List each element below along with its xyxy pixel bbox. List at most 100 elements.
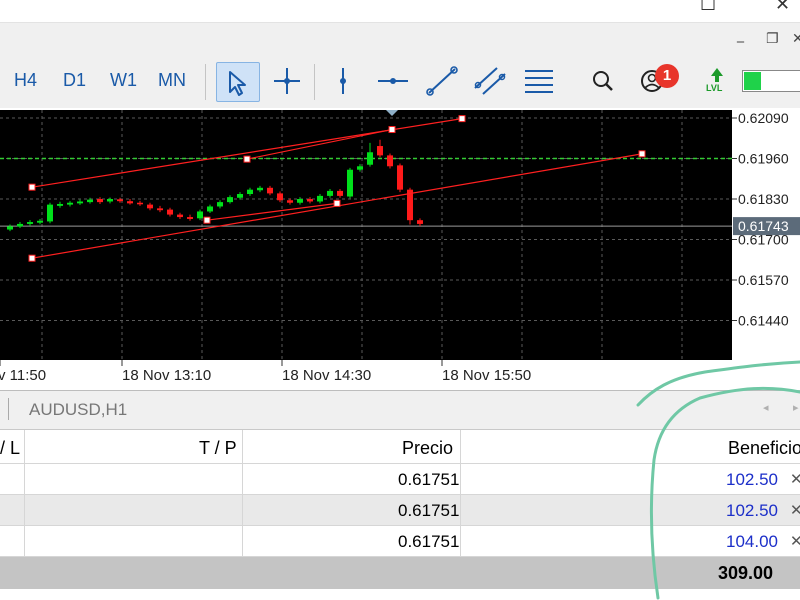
timeframe-h4-button[interactable]: H4 — [14, 70, 37, 91]
minimize-chart-button[interactable]: _ — [737, 27, 744, 43]
scroll-right-arrow-icon[interactable]: ▸ — [793, 401, 799, 414]
candle-body — [167, 209, 173, 215]
y-axis: 0.620900.619600.618300.617000.615700.614… — [732, 110, 800, 329]
row-price: 0.61751 — [398, 501, 460, 520]
channel-icon — [474, 67, 506, 95]
candle-body — [387, 155, 393, 167]
y-axis-label: 0.61440 — [738, 313, 789, 329]
close-position-icon[interactable]: ✕ — [790, 501, 800, 519]
search-button[interactable] — [582, 62, 624, 100]
table-row[interactable]: 0.61751 102.50 ✕ — [0, 495, 800, 526]
trendline-icon — [426, 66, 458, 96]
candle-body — [7, 226, 13, 230]
level-signal-button[interactable] — [700, 62, 742, 100]
close-position-icon[interactable]: ✕ — [790, 470, 800, 488]
column-divider — [24, 430, 25, 463]
arrow-up-icon — [711, 68, 723, 82]
level-progress-fill — [744, 72, 761, 90]
candle-body — [257, 187, 263, 191]
fibonacci-tool-button[interactable] — [518, 62, 560, 100]
row-profit: 102.50 — [726, 501, 778, 520]
candle-body — [357, 166, 363, 170]
toolbar-separator — [314, 64, 315, 100]
toolbar: H4 D1 W1 MN — [0, 56, 800, 108]
y-axis-label: 0.62090 — [738, 110, 789, 126]
fibonacci-icon — [525, 70, 553, 93]
candle-body — [17, 223, 23, 227]
candle-body — [137, 202, 143, 205]
candle-body — [307, 199, 313, 202]
chart-plot-background — [0, 110, 732, 360]
candle-body — [207, 206, 213, 212]
header-price: Precio — [402, 438, 454, 458]
table-row[interactable]: 0.61751 104.00 ✕ — [0, 526, 800, 557]
header-tp: T / P — [199, 438, 237, 458]
restore-chart-button[interactable]: ❐ — [766, 31, 779, 47]
candle-body — [107, 199, 113, 202]
lvl-label: LVL — [706, 83, 723, 93]
timeframe-d1-button[interactable]: D1 — [63, 70, 86, 91]
cursor-tool-button[interactable] — [216, 62, 260, 102]
trendline-anchor — [388, 126, 396, 134]
column-divider — [460, 430, 461, 463]
candle-body — [197, 211, 203, 219]
table-row[interactable]: 0.61751 102.50 ✕ — [0, 464, 800, 495]
table-header: / L T / P Precio Beneficio — [0, 430, 800, 464]
x-axis-label: 18 Nov 15:50 — [442, 367, 531, 384]
candle-body — [47, 204, 53, 222]
row-price: 0.61751 — [398, 532, 460, 551]
horizontal-line-icon — [378, 78, 408, 84]
candle-body — [277, 193, 283, 201]
column-divider — [24, 526, 25, 556]
close-window-button[interactable]: ✕ — [775, 0, 790, 15]
candle-body — [367, 152, 373, 165]
candle-body — [397, 165, 403, 190]
y-axis-label: 0.61570 — [738, 272, 789, 288]
maximize-button[interactable]: ☐ — [700, 0, 716, 15]
close-position-icon[interactable]: ✕ — [790, 532, 800, 550]
trendline-tool-button[interactable] — [421, 62, 463, 100]
timeframe-w1-button[interactable]: W1 — [110, 70, 137, 91]
y-axis-label: 0.61830 — [738, 191, 789, 207]
chart-window-bar: _ ❐ ✕ — [0, 22, 800, 58]
vertical-line-tool-button[interactable] — [322, 62, 364, 100]
candle-body — [27, 222, 33, 224]
row-profit: 104.00 — [726, 532, 778, 551]
notification-badge[interactable]: 1 — [655, 64, 679, 88]
header-sl: / L — [0, 438, 21, 458]
trendline-anchor — [28, 254, 36, 262]
horizontal-line-tool-button[interactable] — [372, 62, 414, 100]
column-divider — [460, 526, 461, 556]
chart-tabs-bar: AUDUSD,H1 ◂ ▸ — [0, 390, 800, 430]
candle-body — [227, 197, 233, 203]
crosshair-tool-button[interactable] — [266, 62, 308, 100]
scroll-left-arrow-icon[interactable]: ◂ — [763, 401, 769, 414]
trendline-anchor — [333, 199, 341, 207]
candle-body — [67, 202, 73, 205]
channel-tool-button[interactable] — [469, 62, 511, 100]
cursor-icon — [229, 71, 246, 96]
price-chart[interactable]: 0.62090 0.61960 0.61830 0.61700 0.61570 0.614… — [0, 108, 800, 390]
level-progress-bar — [742, 70, 800, 92]
candle-body — [117, 199, 123, 202]
row-profit: 102.50 — [726, 470, 778, 489]
trendline-anchor — [203, 216, 211, 224]
candle-body — [267, 187, 273, 194]
crosshair-icon — [274, 68, 300, 94]
chart-canvas[interactable]: 0.620900.619600.618300.617000.615700.614… — [0, 108, 800, 390]
candle-body — [57, 203, 63, 206]
x-axis-label: 18 Nov 14:30 — [282, 367, 371, 384]
candle-body — [337, 190, 343, 196]
candle-body — [327, 190, 333, 196]
column-divider — [242, 464, 243, 494]
candle-body — [177, 214, 183, 218]
close-chart-button[interactable]: ✕ — [792, 31, 800, 47]
candle-body — [217, 202, 223, 207]
tab-audusd-h1[interactable]: AUDUSD,H1 — [29, 400, 127, 420]
table-total-row: 309.00 — [0, 557, 800, 589]
timeframe-mn-button[interactable]: MN — [158, 70, 186, 91]
candle-body — [377, 146, 383, 156]
candle-body — [247, 189, 253, 195]
x-axis: v 11:50 18 Nov 13:10 18 Nov 14:30 18 Nov 15… — [0, 360, 531, 384]
search-icon — [593, 71, 613, 91]
